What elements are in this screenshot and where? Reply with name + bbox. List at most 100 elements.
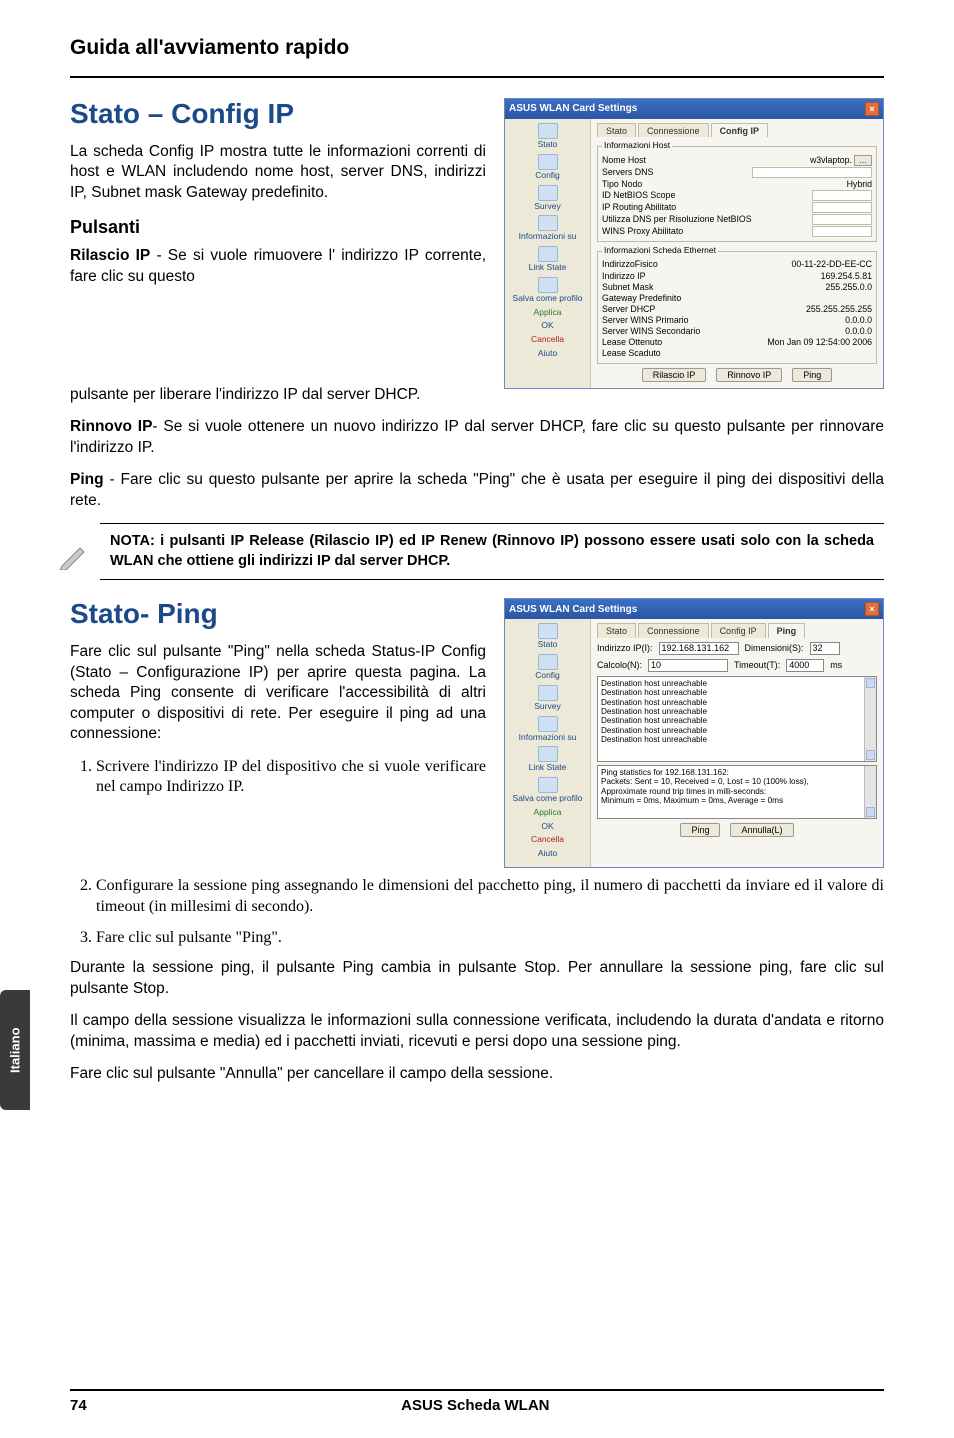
mac-k: IndirizzoFisico <box>602 259 658 269</box>
sidebar-item-ok[interactable]: OK <box>507 822 588 832</box>
timeout-input[interactable] <box>786 659 824 672</box>
close-icon[interactable]: × <box>865 602 879 616</box>
sidebar-item-cancella[interactable]: Cancella <box>507 335 588 345</box>
log-line: Destination host unreachable <box>601 698 873 707</box>
sidebar-item-config[interactable]: Config <box>507 154 588 181</box>
configip-sidebar: Stato Config Survey Informazioni su Link… <box>505 119 591 388</box>
ip-k: Indirizzo IP <box>602 271 646 281</box>
sidebar-item-linkstate[interactable]: Link State <box>507 746 588 773</box>
lease-ob-v: Mon Jan 09 12:54:00 2006 <box>767 337 872 347</box>
ping-titlebar[interactable]: ASUS WLAN Card Settings × <box>505 599 883 619</box>
sidebar-item-salva[interactable]: Salva come profilo <box>507 277 588 304</box>
note-text: NOTA: i pulsanti IP Release (Rilascio IP… <box>110 533 874 569</box>
save-icon <box>538 277 558 293</box>
close-icon[interactable]: × <box>865 102 879 116</box>
ip-input[interactable] <box>659 642 739 655</box>
ip-routing-k: IP Routing Abilitato <box>602 202 676 213</box>
scroll-down-icon[interactable] <box>866 807 875 817</box>
ping-action-button[interactable]: Ping <box>680 823 720 837</box>
sidebar-label-survey: Survey <box>534 701 560 711</box>
sidebar-item-info[interactable]: Informazioni su <box>507 215 588 242</box>
mac-v: 00-11-22-DD-EE-CC <box>792 259 873 269</box>
sidebar-item-salva[interactable]: Salva come profilo <box>507 777 588 804</box>
linkstate-icon <box>538 246 558 262</box>
sidebar-label-cancella: Cancella <box>531 834 564 844</box>
configip-main: Stato Connessione Config IP Informazioni… <box>591 119 883 388</box>
nome-host-v: w3vlaptop. <box>810 155 852 165</box>
tab-stato[interactable]: Stato <box>597 623 636 637</box>
wins1-k: Server WINS Primario <box>602 315 689 325</box>
host-legend: Informazioni Host <box>602 141 672 151</box>
configip-titlebar[interactable]: ASUS WLAN Card Settings × <box>505 99 883 119</box>
sidebar-item-stato[interactable]: Stato <box>507 123 588 150</box>
netbios-scope-v <box>812 190 872 201</box>
tab-connessione[interactable]: Connessione <box>638 623 709 637</box>
stat-line: Ping statistics for 192.168.131.162: <box>601 768 873 777</box>
log-line: Destination host unreachable <box>601 735 873 744</box>
sidebar-item-survey[interactable]: Survey <box>507 185 588 212</box>
config-icon <box>538 154 558 170</box>
scroll-down-icon[interactable] <box>866 750 875 760</box>
annulla-button[interactable]: Annulla(L) <box>730 823 793 837</box>
calc-input[interactable] <box>648 659 728 672</box>
rilascio-runin: Rilascio IP <box>70 247 150 264</box>
eth-fieldset: Informazioni Scheda Ethernet IndirizzoFi… <box>597 246 877 364</box>
sidebar-item-linkstate[interactable]: Link State <box>507 246 588 273</box>
scrollbar[interactable] <box>864 766 876 818</box>
sidebar-label-survey: Survey <box>534 201 560 211</box>
log-line: Destination host unreachable <box>601 679 873 688</box>
sidebar-item-aiuto[interactable]: Aiuto <box>507 849 588 859</box>
ping-sidebar: Stato Config Survey Informazioni su Link… <box>505 619 591 867</box>
rinnovo-ip-button[interactable]: Rinnovo IP <box>716 368 782 382</box>
ping-log[interactable]: Destination host unreachable Destination… <box>597 676 877 762</box>
sidebar-item-ok[interactable]: OK <box>507 321 588 331</box>
rinnovo-text: - Se si vuole ottenere un nuovo indirizz… <box>70 418 884 455</box>
dhcp-k: Server DHCP <box>602 304 655 314</box>
pencil-icon <box>58 540 88 570</box>
save-icon <box>538 777 558 793</box>
sidebar-item-info[interactable]: Informazioni su <box>507 716 588 743</box>
sidebar-label-info: Informazioni su <box>519 231 577 241</box>
stat-line: Packets: Sent = 10, Received = 0, Lost =… <box>601 777 873 786</box>
sidebar-item-aiuto[interactable]: Aiuto <box>507 349 588 359</box>
para-annulla: Fare clic sul pulsante "Annulla" per can… <box>70 1064 884 1084</box>
browse-button[interactable]: … <box>854 155 872 166</box>
sidebar-item-applica[interactable]: Applica <box>507 308 588 318</box>
sidebar-label-stato: Stato <box>538 139 558 149</box>
section2-title: Stato- Ping <box>70 598 486 630</box>
sidebar-item-applica[interactable]: Applica <box>507 808 588 818</box>
sidebar-label-applica: Applica <box>534 807 562 817</box>
ping-stats[interactable]: Ping statistics for 192.168.131.162: Pac… <box>597 765 877 819</box>
config-icon <box>538 654 558 670</box>
servers-dns-k: Servers DNS <box>602 167 653 178</box>
ping-main: Stato Connessione Config IP Ping Indiriz… <box>591 619 883 867</box>
sidebar-item-stato[interactable]: Stato <box>507 623 588 650</box>
tab-stato[interactable]: Stato <box>597 123 636 137</box>
step-2: Configurare la sessione ping assegnando … <box>96 876 884 918</box>
para-stop: Durante la sessione ping, il pulsante Pi… <box>70 958 884 999</box>
scrollbar[interactable] <box>864 677 876 761</box>
tab-connessione[interactable]: Connessione <box>638 123 709 137</box>
sidebar-label-salva: Salva come profilo <box>513 293 583 303</box>
page-header: Guida all'avviamento rapido <box>0 0 954 70</box>
dim-input[interactable] <box>810 642 840 655</box>
tab-configip[interactable]: Config IP <box>711 623 766 637</box>
scroll-up-icon[interactable] <box>866 678 875 688</box>
language-tab: Italiano <box>0 990 30 1110</box>
language-label: Italiano <box>8 1027 23 1073</box>
tab-configip[interactable]: Config IP <box>711 123 769 137</box>
ping-button[interactable]: Ping <box>792 368 832 382</box>
tipo-nodo-v: Hybrid <box>847 179 872 189</box>
tab-ping[interactable]: Ping <box>768 623 806 637</box>
sidebar-item-cancella[interactable]: Cancella <box>507 835 588 845</box>
dns-netbios-v <box>812 214 872 225</box>
sidebar-label-info: Informazioni su <box>519 732 577 742</box>
wins-proxy-v <box>812 226 872 237</box>
netbios-scope-k: ID NetBIOS Scope <box>602 190 675 201</box>
rilascio-ip-button[interactable]: Rilascio IP <box>642 368 707 382</box>
page-header-title: Guida all'avviamento rapido <box>70 36 349 59</box>
sidebar-item-config[interactable]: Config <box>507 654 588 681</box>
sidebar-item-survey[interactable]: Survey <box>507 685 588 712</box>
survey-icon <box>538 685 558 701</box>
wins2-v: 0.0.0.0 <box>845 326 872 336</box>
